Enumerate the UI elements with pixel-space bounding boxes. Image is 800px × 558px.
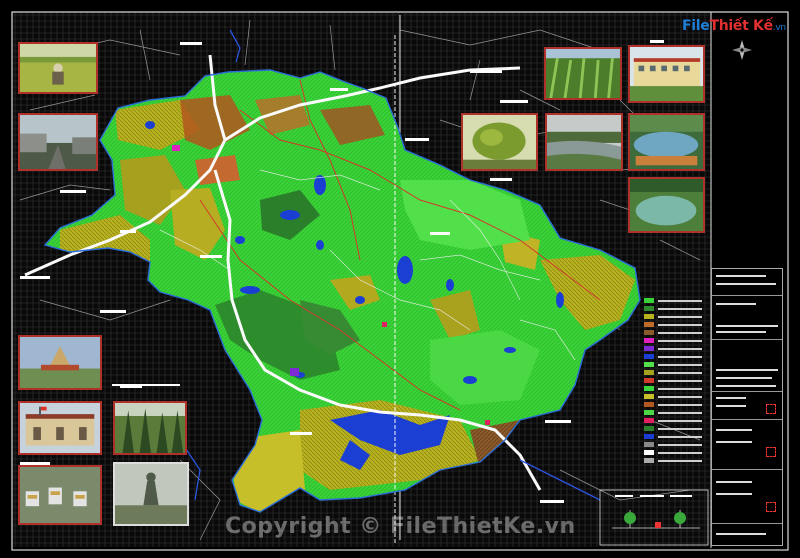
photo-town-street <box>18 113 98 171</box>
photo-market-building <box>18 401 102 455</box>
map-legend <box>644 298 704 483</box>
map-sheet: FileThiết Kế.vn Copyright © FileThietKe.… <box>0 0 800 558</box>
photo-rice-farmer <box>18 42 98 94</box>
photo-statue <box>113 462 189 526</box>
brand-tld: .vn <box>772 23 786 33</box>
title-block <box>711 268 783 546</box>
photo-pond <box>628 177 705 233</box>
photo-green-tree <box>461 113 538 171</box>
copyright-watermark: Copyright © FileThietKe.vn <box>225 514 576 539</box>
photo-river <box>545 113 623 171</box>
photo-monument <box>18 335 102 390</box>
photo-lake-resort <box>628 113 705 171</box>
photo-cemetery <box>18 465 102 525</box>
photo-school-building <box>628 45 705 103</box>
photo-corn-field <box>544 47 622 100</box>
photo-pine-forest <box>113 401 187 455</box>
brand-second: Thiết Kế <box>709 18 773 34</box>
brand-logo: FileThiết Kế.vn <box>682 18 786 34</box>
brand-main: File <box>682 18 710 34</box>
